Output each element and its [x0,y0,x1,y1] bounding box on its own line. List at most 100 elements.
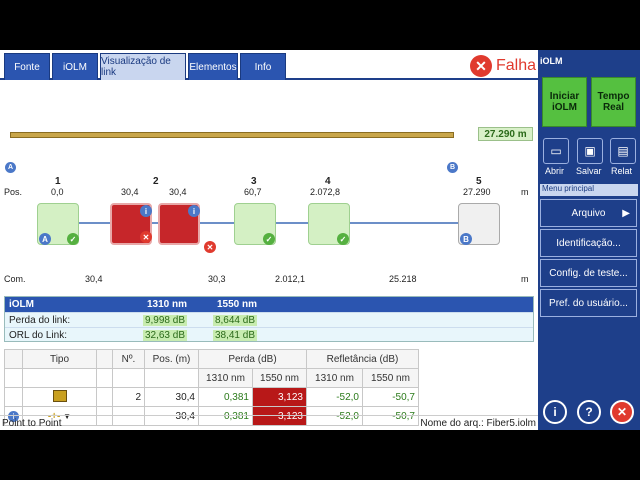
start-iolm-button[interactable]: Iniciar iOLM [542,77,587,127]
col-refl: Refletância (dB) [306,349,419,369]
fail-icon: ✕ [140,231,152,243]
event-4-pos: 2.072,8 [310,187,341,197]
open-folder-icon[interactable]: ▭ [543,138,569,164]
menu-item-test-config[interactable]: Config. de teste... [540,259,637,287]
orl-label: ORL do Link: [9,329,67,341]
event-2-com: 30,3 [208,274,226,284]
summary-row-orl: ORL do Link: 32,63 dB 38,41 dB [5,327,533,342]
loss-label: Perda do link: [9,314,71,326]
event-5-pos: 27.290 [463,187,491,197]
save-icon[interactable]: ▣ [577,138,603,164]
app-window: Fonte iOLM Visualização de link Elemento… [0,50,640,430]
col-perda-1310: 1310 nm [198,368,253,388]
endpoint-b-icon: B [460,233,472,245]
realtime-button[interactable]: Tempo Real [591,77,636,127]
fail-status: ✕ Falha [470,54,536,78]
col-no: Nº. [112,349,145,369]
report-label: Relat [611,166,633,176]
menu-item-identification[interactable]: Identificação... [540,229,637,257]
table-row[interactable]: 2 30,4 0,381 3,123 -52,0 -50,7 [4,387,419,407]
sidebar-title: iOLM [540,56,563,66]
row-no: 2 [112,387,145,407]
tab-iolm[interactable]: iOLM [52,53,98,80]
pos-label: Pos. [4,187,23,197]
event-2-pos-right: 30,4 [169,187,187,197]
status-bar: Point to Point Nome do arq.: Fiber5.iolm [0,415,538,430]
event-1-pos: 0,0 [51,187,64,197]
summary-col-1550: 1550 nm [216,299,257,310]
orl-1550: 38,41 dB [212,329,257,341]
info-icon[interactable]: i [543,400,567,424]
event-3-com: 2.012,1 [275,274,306,284]
tab-fonte[interactable]: Fonte [4,53,50,80]
loss-1310: 9,998 dB [142,314,187,326]
status-mode: Point to Point [2,417,62,429]
col-refl-1550: 1550 nm [362,368,419,388]
link-summary: iOLM 1310 nm 1550 nm Perda do link: 9,99… [4,296,534,342]
event-end-5[interactable]: B [458,203,500,245]
endpoint-a-icon: A [5,162,16,173]
event-splice-4[interactable]: ✓ [308,203,350,245]
summary-header: iOLM 1310 nm 1550 nm [5,297,533,312]
event-4-com: 25.218 [389,274,417,284]
col-pos: Pos. (m) [144,349,199,369]
sidebar: iOLM Iniciar iOLM Tempo Real ▭ ▣ ▤ Abrir… [538,50,640,430]
row-refl-1550: -50,7 [362,387,419,407]
row-loss-1550: 3,123 [252,387,307,407]
event-3-pos: 60,7 [244,187,262,197]
pass-icon: ✓ [263,233,275,245]
tab-info[interactable]: Info [240,53,286,80]
status-filename: Nome do arq.: Fiber5.iolm [420,417,536,429]
tab-link-view[interactable]: Visualização de link [100,53,186,80]
fail-icon: ✕ [204,241,216,253]
close-icon[interactable]: ✕ [610,400,634,424]
menu-item-file[interactable]: Arquivo ▶ [540,199,637,227]
link-view: 27.290 m A B 1 2 3 4 5 Pos. 0,0 30,4 30,… [0,82,538,292]
event-splice-2b[interactable]: i ✕ [158,203,216,253]
event-number-1: 1 [55,176,61,187]
row-refl-1310: -52,0 [306,387,363,407]
main-panel: Fonte iOLM Visualização de link Elemento… [0,50,538,430]
menu-item-user-prefs[interactable]: Pref. do usuário... [540,289,637,317]
event-2-pos-left: 30,4 [121,187,139,197]
pass-icon: ✓ [337,233,349,245]
summary-title: iOLM [9,299,34,310]
open-label: Abrir [545,166,565,176]
event-number-3: 3 [251,176,257,187]
col-perda: Perda (dB) [198,349,307,369]
event-number-4: 4 [325,176,331,187]
chevron-right-icon: ▶ [622,207,630,219]
event-number-5: 5 [476,176,482,187]
pass-icon: ✓ [67,233,79,245]
connector-icon [52,389,67,402]
event-connector-1[interactable]: A ✓ [37,203,79,245]
total-length: 27.290 m [478,127,533,141]
endpoint-a-icon: A [39,233,51,245]
row-loss-1310: 0,381 [198,387,253,407]
com-unit: m [521,274,529,284]
row-pos: 30,4 [144,387,199,407]
event-1-com: 30,4 [85,274,103,284]
summary-row-loss: Perda do link: 9,998 dB 8,644 dB [5,312,533,327]
report-icon[interactable]: ▤ [610,138,636,164]
tab-bar: Fonte iOLM Visualização de link Elemento… [0,50,538,80]
event-splice-3[interactable]: ✓ [234,203,276,245]
fail-icon: ✕ [470,55,492,77]
fiber-bar [10,132,454,138]
help-icon[interactable]: ? [577,400,601,424]
endpoint-b-icon: B [447,162,458,173]
event-connector-2a[interactable]: i ✕ [110,203,152,245]
save-label: Salvar [576,166,602,176]
main-menu-header: Menu principal [540,184,638,196]
info-icon: i [140,205,152,217]
com-label: Com. [4,274,26,284]
col-tipo: Tipo [22,349,97,369]
col-refl-1310: 1310 nm [306,368,363,388]
loss-1550: 8,644 dB [212,314,257,326]
summary-col-1310: 1310 nm [146,299,187,310]
info-icon: i [188,205,200,217]
orl-1310: 32,63 dB [142,329,187,341]
tab-elements[interactable]: Elementos [188,53,238,80]
pos-unit: m [521,187,529,197]
col-perda-1550: 1550 nm [252,368,307,388]
